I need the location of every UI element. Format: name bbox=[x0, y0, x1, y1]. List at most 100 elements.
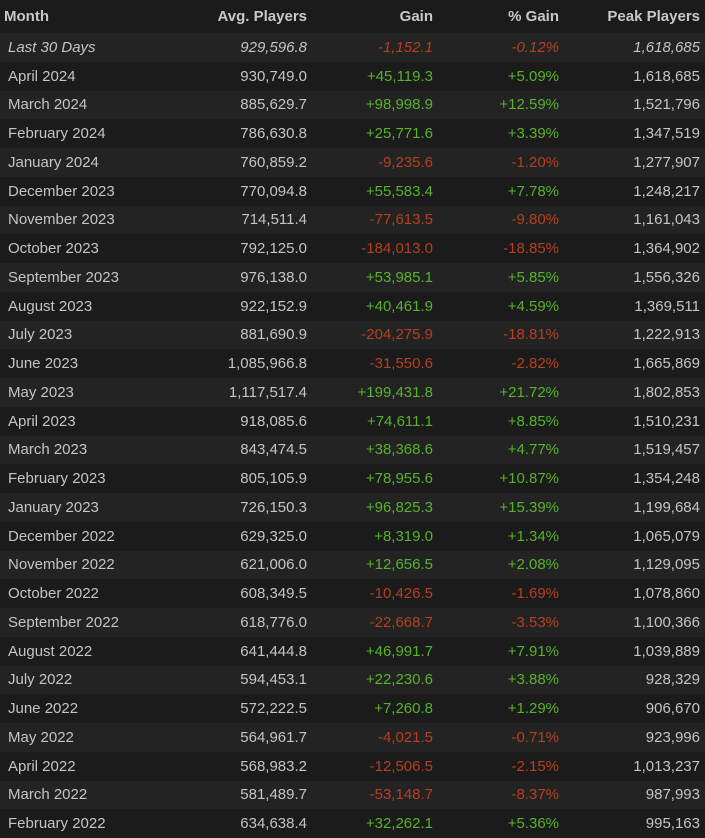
month-cell: January 2024 bbox=[0, 148, 190, 177]
percent-gain-cell: +15.39% bbox=[433, 493, 559, 522]
table-row: September 2023 976,138.0 +53,985.1 +5.85% 1,… bbox=[0, 263, 705, 292]
percent-gain-cell: -0.71% bbox=[433, 723, 559, 752]
peak-players-cell: 1,618,685 bbox=[559, 33, 705, 62]
peak-players-cell: 1,618,685 bbox=[559, 61, 705, 91]
column-header-peak-players[interactable]: Peak Players bbox=[559, 0, 705, 33]
month-cell: March 2023 bbox=[0, 435, 190, 465]
month-cell: December 2022 bbox=[0, 521, 190, 551]
month-cell: August 2023 bbox=[0, 291, 190, 321]
month-cell: February 2023 bbox=[0, 464, 190, 493]
gain-cell: +98,998.9 bbox=[307, 90, 433, 120]
month-cell: November 2022 bbox=[0, 550, 190, 580]
table-row: July 2022 594,453.1 +22,230.6 +3.88% 928,329 bbox=[0, 665, 705, 695]
percent-gain-cell: +5.09% bbox=[433, 61, 559, 91]
avg-players-cell: 629,325.0 bbox=[190, 521, 307, 551]
peak-players-cell: 995,163 bbox=[559, 809, 705, 838]
gain-cell: -53,148.7 bbox=[307, 780, 433, 810]
percent-gain-cell: -1.20% bbox=[433, 148, 559, 177]
column-header-percent-gain[interactable]: % Gain bbox=[433, 0, 559, 33]
column-header-month[interactable]: Month bbox=[0, 0, 190, 33]
table-row: May 2023 1,117,517.4 +199,431.8 +21.72% 1,80… bbox=[0, 378, 705, 407]
avg-players-cell: 1,085,966.8 bbox=[190, 349, 307, 378]
month-cell: April 2023 bbox=[0, 406, 190, 436]
percent-gain-cell: +1.29% bbox=[433, 694, 559, 723]
percent-gain-cell: +3.39% bbox=[433, 119, 559, 148]
percent-gain-cell: +5.36% bbox=[433, 809, 559, 838]
avg-players-cell: 929,596.8 bbox=[190, 33, 307, 62]
month-cell: June 2023 bbox=[0, 349, 190, 378]
percent-gain-cell: -18.85% bbox=[433, 234, 559, 263]
percent-gain-cell: -3.53% bbox=[433, 608, 559, 637]
avg-players-cell: 805,105.9 bbox=[190, 464, 307, 493]
peak-players-cell: 1,039,889 bbox=[559, 636, 705, 666]
column-header-avg-players[interactable]: Avg. Players bbox=[190, 0, 307, 33]
percent-gain-cell: +7.78% bbox=[433, 176, 559, 206]
month-cell: February 2022 bbox=[0, 809, 190, 838]
avg-players-cell: 581,489.7 bbox=[190, 780, 307, 810]
table-row: January 2023 726,150.3 +96,825.3 +15.39% 1,1… bbox=[0, 493, 705, 522]
gain-cell: -4,021.5 bbox=[307, 723, 433, 752]
table-row: March 2023 843,474.5 +38,368.6 +4.77% 1,519,… bbox=[0, 435, 705, 465]
avg-players-cell: 918,085.6 bbox=[190, 406, 307, 436]
table-row: November 2023 714,511.4 -77,613.5 -9.80% 1,1… bbox=[0, 205, 705, 235]
gain-cell: +199,431.8 bbox=[307, 378, 433, 407]
month-cell: September 2023 bbox=[0, 263, 190, 292]
gain-cell: -31,550.6 bbox=[307, 349, 433, 378]
table-row: December 2023 770,094.8 +55,583.4 +7.78% 1,2… bbox=[0, 176, 705, 206]
gain-cell: -10,426.5 bbox=[307, 579, 433, 608]
month-cell: June 2022 bbox=[0, 694, 190, 723]
month-cell: July 2022 bbox=[0, 665, 190, 695]
avg-players-cell: 568,983.2 bbox=[190, 751, 307, 781]
column-header-gain[interactable]: Gain bbox=[307, 0, 433, 33]
peak-players-cell: 1,369,511 bbox=[559, 291, 705, 321]
table-row: February 2022 634,638.4 +32,262.1 +5.36% 995… bbox=[0, 809, 705, 838]
avg-players-cell: 922,152.9 bbox=[190, 291, 307, 321]
gain-cell: -12,506.5 bbox=[307, 751, 433, 781]
table-row: August 2023 922,152.9 +40,461.9 +4.59% 1,369… bbox=[0, 291, 705, 321]
percent-gain-cell: +1.34% bbox=[433, 521, 559, 551]
month-cell: March 2024 bbox=[0, 90, 190, 120]
avg-players-cell: 792,125.0 bbox=[190, 234, 307, 263]
peak-players-cell: 923,996 bbox=[559, 723, 705, 752]
gain-cell: +74,611.1 bbox=[307, 406, 433, 436]
gain-cell: -204,275.9 bbox=[307, 320, 433, 350]
month-cell: September 2022 bbox=[0, 608, 190, 637]
month-cell: March 2022 bbox=[0, 780, 190, 810]
avg-players-cell: 618,776.0 bbox=[190, 608, 307, 637]
table-row: October 2023 792,125.0 -184,013.0 -18.85% 1,… bbox=[0, 234, 705, 263]
percent-gain-cell: -18.81% bbox=[433, 320, 559, 350]
percent-gain-cell: +12.59% bbox=[433, 90, 559, 120]
table-row: July 2023 881,690.9 -204,275.9 -18.81% 1,222… bbox=[0, 320, 705, 350]
avg-players-cell: 1,117,517.4 bbox=[190, 378, 307, 407]
avg-players-cell: 786,630.8 bbox=[190, 119, 307, 148]
table-row: January 2024 760,859.2 -9,235.6 -1.20% 1,277… bbox=[0, 148, 705, 177]
avg-players-cell: 621,006.0 bbox=[190, 550, 307, 580]
gain-cell: +46,991.7 bbox=[307, 636, 433, 666]
table-row: April 2024 930,749.0 +45,119.3 +5.09% 1,618,… bbox=[0, 61, 705, 91]
month-cell: August 2022 bbox=[0, 636, 190, 666]
gain-cell: -1,152.1 bbox=[307, 33, 433, 62]
avg-players-cell: 641,444.8 bbox=[190, 636, 307, 666]
percent-gain-cell: +5.85% bbox=[433, 263, 559, 292]
percent-gain-cell: -1.69% bbox=[433, 579, 559, 608]
gain-cell: +25,771.6 bbox=[307, 119, 433, 148]
month-cell: May 2023 bbox=[0, 378, 190, 407]
avg-players-cell: 843,474.5 bbox=[190, 435, 307, 465]
table-row: April 2023 918,085.6 +74,611.1 +8.85% 1,510,… bbox=[0, 406, 705, 436]
percent-gain-cell: +4.77% bbox=[433, 435, 559, 465]
table-row: November 2022 621,006.0 +12,656.5 +2.08% 1,1… bbox=[0, 550, 705, 580]
avg-players-cell: 770,094.8 bbox=[190, 176, 307, 206]
avg-players-cell: 885,629.7 bbox=[190, 90, 307, 120]
month-cell: April 2024 bbox=[0, 61, 190, 91]
table-row: February 2024 786,630.8 +25,771.6 +3.39% 1,3… bbox=[0, 119, 705, 148]
gain-cell: +7,260.8 bbox=[307, 694, 433, 723]
gain-cell: +78,955.6 bbox=[307, 464, 433, 493]
gain-cell: +8,319.0 bbox=[307, 521, 433, 551]
month-cell: January 2023 bbox=[0, 493, 190, 522]
table-body: Last 30 Days 929,596.8 -1,152.1 -0.12% 1,618… bbox=[0, 33, 705, 838]
percent-gain-cell: +4.59% bbox=[433, 291, 559, 321]
table-row: September 2022 618,776.0 -22,668.7 -3.53% 1,… bbox=[0, 608, 705, 637]
month-cell: February 2024 bbox=[0, 119, 190, 148]
peak-players-cell: 987,993 bbox=[559, 780, 705, 810]
percent-gain-cell: -9.80% bbox=[433, 205, 559, 235]
